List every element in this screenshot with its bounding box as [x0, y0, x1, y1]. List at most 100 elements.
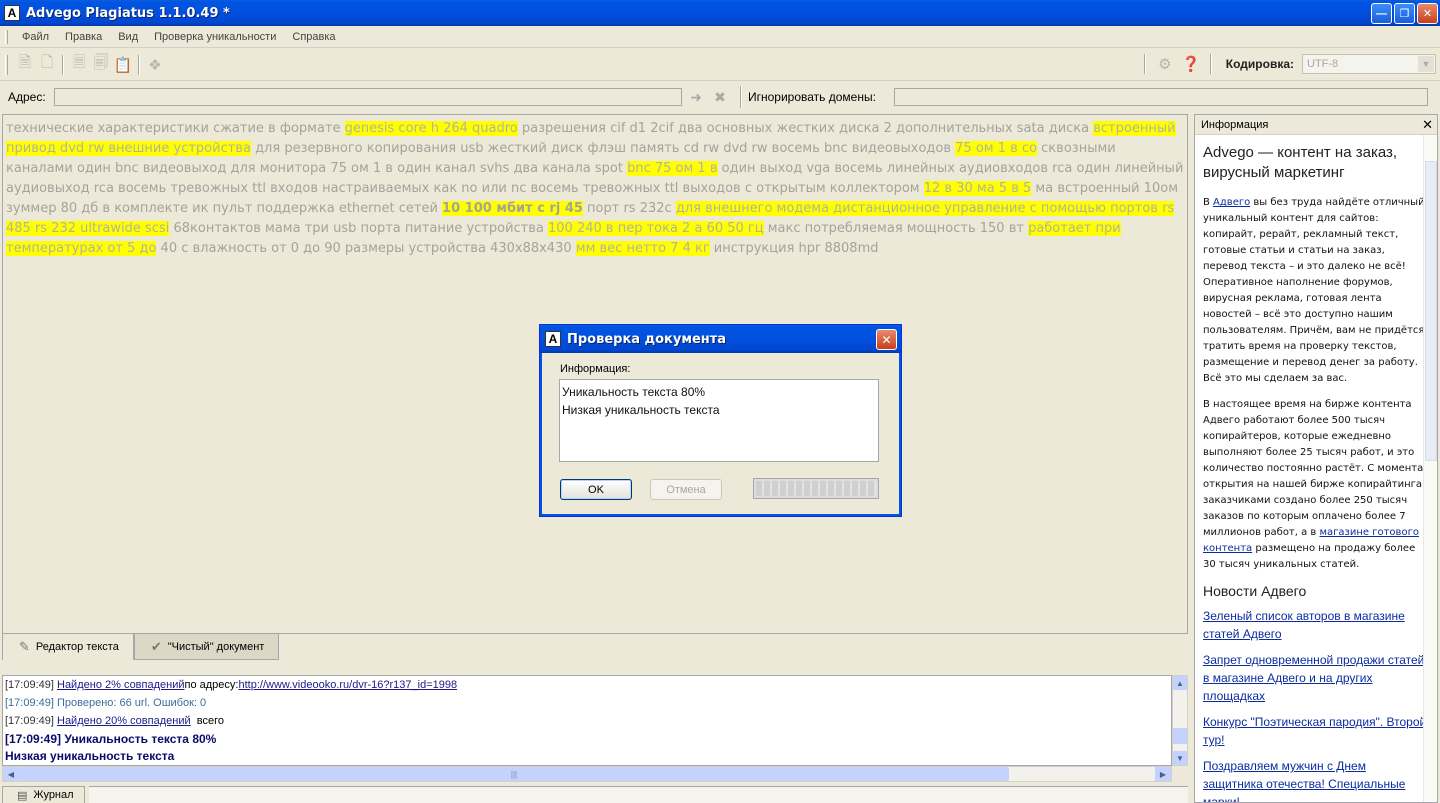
journal-icon: ▤	[17, 789, 28, 802]
scroll-down-icon[interactable]: ▼	[1173, 751, 1187, 765]
toolbar: 🗎 🗋 🗏 🗐 📋 ❖ ⚙ ❓ Кодировка: UTF-8 ▼	[0, 49, 1440, 81]
dialog-close-button[interactable]: ✕	[876, 329, 897, 350]
news-link[interactable]: Запрет одновременной продажи статей в ма…	[1203, 651, 1427, 705]
scroll-up-icon[interactable]: ▲	[1173, 676, 1187, 690]
log-vertical-scrollbar[interactable]: ▲ ▼	[1172, 675, 1188, 766]
editor-text: технические характеристики сжатие в форм…	[6, 121, 345, 136]
menu-file[interactable]: Файл	[14, 31, 57, 43]
advego-link[interactable]: Адвего	[1213, 197, 1250, 208]
highlighted-match: 10 100 мбит с rj 45	[442, 201, 583, 216]
info-panel-header: Информация ✕	[1195, 115, 1437, 135]
tab-text-editor[interactable]: ✎ Редактор текста	[2, 634, 134, 660]
dialog-title-bar[interactable]: A Проверка документа ✕	[540, 325, 901, 353]
log-line-result: [17:09:49] Уникальность текста 80%	[5, 731, 217, 746]
menu-edit[interactable]: Правка	[57, 31, 110, 43]
close-icon[interactable]: ✕	[1422, 117, 1433, 133]
highlighted-match: мм вес нетто 7 4 кг	[575, 241, 710, 256]
window-title: Advego Plagiatus 1.1.0.49 *	[26, 5, 230, 21]
open-document-icon[interactable]: 🗋	[36, 54, 58, 76]
address-label: Адрес:	[8, 90, 46, 104]
address-bar: Адрес: ➜ ✖ Игнорировать домены:	[0, 83, 1440, 111]
highlighted-match: 12 в 30 ма 5 в 5	[923, 181, 1032, 196]
scroll-left-icon[interactable]: ◀	[3, 767, 19, 781]
editor-text: 68контактов мама три usb порта питание у…	[169, 221, 549, 236]
tab-label: "Чистый" документ	[167, 640, 265, 653]
log-match-link[interactable]: Найдено 2% совпадений	[57, 679, 185, 691]
maximize-button[interactable]: ❐	[1394, 3, 1415, 24]
scroll-right-icon[interactable]: ▶	[1155, 767, 1171, 781]
progress-bar	[753, 478, 879, 499]
log-url-link[interactable]: http://www.videooko.ru/dvr-16?r137_id=19…	[238, 679, 457, 691]
news-link[interactable]: Поздравляем мужчин с Днем защитника отеч…	[1203, 757, 1427, 802]
paste-icon[interactable]: 📋	[112, 54, 134, 76]
menu-view[interactable]: Вид	[110, 31, 146, 43]
help-icon[interactable]: ❓	[1180, 53, 1202, 75]
highlighted-match: 100 240 в пер тока 2 а 60 50 гц	[548, 221, 764, 236]
encoding-label: Кодировка:	[1225, 57, 1294, 71]
check-icon: ✔	[150, 638, 162, 654]
tab-label: Редактор текста	[35, 641, 119, 653]
go-arrow-icon[interactable]: ➜	[686, 89, 706, 106]
news-link[interactable]: Конкурс "Поэтическая пародия". Второй ту…	[1203, 713, 1427, 749]
info-scrollbar[interactable]	[1423, 135, 1437, 802]
ok-button[interactable]: OK	[560, 479, 632, 500]
info-paragraph: В настоящее время на бирже контента Адве…	[1203, 399, 1424, 570]
editor-text: разрешения cif d1 2cif два основных жест…	[517, 121, 1094, 136]
info-heading: Advego — контент на заказ, вирусный марк…	[1203, 144, 1398, 181]
cut-icon[interactable]: 🗏	[68, 54, 90, 76]
log-horizontal-scrollbar[interactable]: ◀ ||| ▶	[2, 766, 1172, 782]
clear-icon[interactable]: ❖	[144, 54, 166, 76]
settings-gear-icon[interactable]: ⚙	[1154, 53, 1176, 75]
log-total-link[interactable]: Найдено 20% совпадений	[57, 715, 191, 727]
copy-icon[interactable]: 🗐	[90, 54, 112, 76]
toolbar-grip[interactable]	[5, 54, 8, 75]
log-line-result: Низкая уникальность текста	[5, 748, 175, 763]
encoding-select[interactable]: UTF-8 ▼	[1302, 54, 1436, 74]
ignore-domains-label: Игнорировать домены:	[748, 90, 876, 104]
dialog-title: Проверка документа	[567, 331, 727, 347]
menu-uniqueness-check[interactable]: Проверка уникальности	[146, 31, 284, 43]
pencil-icon: ✎	[19, 639, 30, 654]
tab-label: Журнал	[33, 789, 74, 801]
log-panel[interactable]: [17:09:49] Найдено 2% совпадений по адре…	[2, 675, 1172, 766]
dialog-info-text: Уникальность текста 80% Низкая уникально…	[559, 379, 879, 462]
editor-text: порт rs 232c	[582, 201, 676, 216]
chevron-down-icon[interactable]: ▼	[1418, 56, 1434, 72]
highlighted-match: genesis core h 264 quadro	[344, 121, 518, 136]
bottom-tabs: ▤ Журнал	[2, 786, 1188, 803]
app-logo-icon: A	[4, 5, 20, 21]
info-panel: Информация ✕ Advego — контент на заказ, …	[1194, 114, 1438, 803]
window-title-bar[interactable]: A Advego Plagiatus 1.1.0.49 * — ❐ ✕	[0, 0, 1440, 26]
tab-journal[interactable]: ▤ Журнал	[2, 786, 85, 803]
new-document-icon[interactable]: 🗎	[14, 54, 36, 76]
info-paragraph: В Адвего вы без труда найдёте отличный у…	[1203, 197, 1425, 384]
ignore-domains-input[interactable]	[894, 88, 1428, 106]
highlighted-match: bnc 75 ом 1 в	[627, 161, 718, 176]
log-line: [17:09:49] Найдено 2% совпадений по адре…	[5, 679, 458, 691]
news-heading: Новости Адвего	[1203, 583, 1307, 599]
address-input[interactable]	[54, 88, 682, 106]
editor-text: для резервного копирования usb жесткий д…	[250, 141, 956, 156]
encoding-value: UTF-8	[1307, 58, 1339, 70]
scroll-thumb[interactable]: |||	[19, 767, 1009, 781]
log-line: [17:09:49] Найдено 20% совпадений всего	[5, 715, 224, 727]
menu-help[interactable]: Справка	[284, 31, 343, 43]
editor-text: макс потребляемая мощность 150 вт	[763, 221, 1029, 236]
dialog-info-label: Информация:	[560, 363, 631, 375]
log-line: [17:09:49] Проверено: 66 url. Ошибок: 0	[5, 697, 207, 709]
tab-clean-document[interactable]: ✔ "Чистый" документ	[133, 634, 280, 660]
close-window-button[interactable]: ✕	[1417, 3, 1438, 24]
minimize-button[interactable]: —	[1371, 3, 1392, 24]
app-logo-icon: A	[545, 331, 561, 347]
info-panel-title: Информация	[1201, 118, 1269, 131]
menu-grip[interactable]	[5, 29, 8, 44]
news-link[interactable]: Зеленый список авторов в магазине статей…	[1203, 607, 1427, 643]
cancel-button[interactable]: Отмена	[650, 479, 722, 500]
highlighted-match: 75 ом 1 в со	[955, 141, 1038, 156]
clear-address-icon[interactable]: ✖	[710, 89, 730, 106]
menu-bar: Файл Правка Вид Проверка уникальности Сп…	[0, 26, 1440, 48]
check-document-dialog: A Проверка документа ✕ Информация: Уника…	[539, 324, 902, 517]
editor-text: инструкция hpr 8808md	[709, 241, 879, 256]
editor-text: 40 с влажность от 0 до 90 размеры устрой…	[156, 241, 576, 256]
editor-tabs: ✎ Редактор текста ✔ "Чистый" документ	[2, 634, 1188, 662]
